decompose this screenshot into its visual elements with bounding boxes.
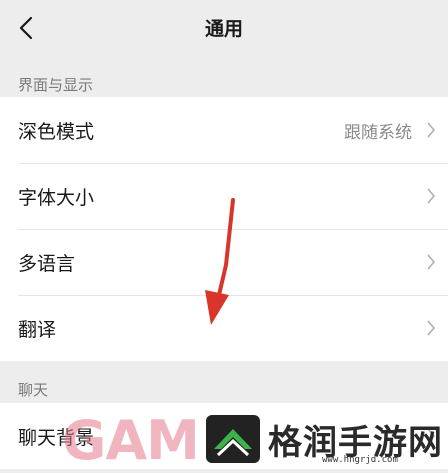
setting-label: 字体大小: [18, 186, 95, 209]
chevron-right-icon: [427, 428, 436, 444]
settings-group-display: 深色模式 跟随系统 字体大小 多语言 翻译: [0, 97, 448, 361]
top-nav-bar: 通用: [0, 0, 448, 57]
setting-translation[interactable]: 翻译: [0, 295, 448, 361]
setting-language[interactable]: 多语言: [0, 229, 448, 295]
setting-label: 多语言: [18, 252, 76, 275]
chevron-right-icon: [427, 188, 436, 204]
setting-label: 深色模式: [18, 120, 95, 143]
chevron-right-icon: [427, 122, 436, 138]
setting-chat-background[interactable]: 聊天背景: [0, 403, 448, 469]
setting-font-size[interactable]: 字体大小: [0, 163, 448, 229]
page-title: 通用: [204, 18, 243, 40]
section-header-chat: 聊天: [18, 381, 49, 399]
setting-value: 跟随系统: [344, 122, 412, 143]
settings-group-chat: 聊天背景: [0, 403, 448, 469]
section-header-display: 界面与显示: [18, 76, 94, 94]
chevron-right-icon: [427, 254, 436, 270]
setting-label: 聊天背景: [18, 426, 95, 449]
setting-dark-mode[interactable]: 深色模式 跟随系统: [0, 97, 448, 163]
chevron-right-icon: [427, 320, 436, 336]
setting-label: 翻译: [18, 318, 57, 341]
